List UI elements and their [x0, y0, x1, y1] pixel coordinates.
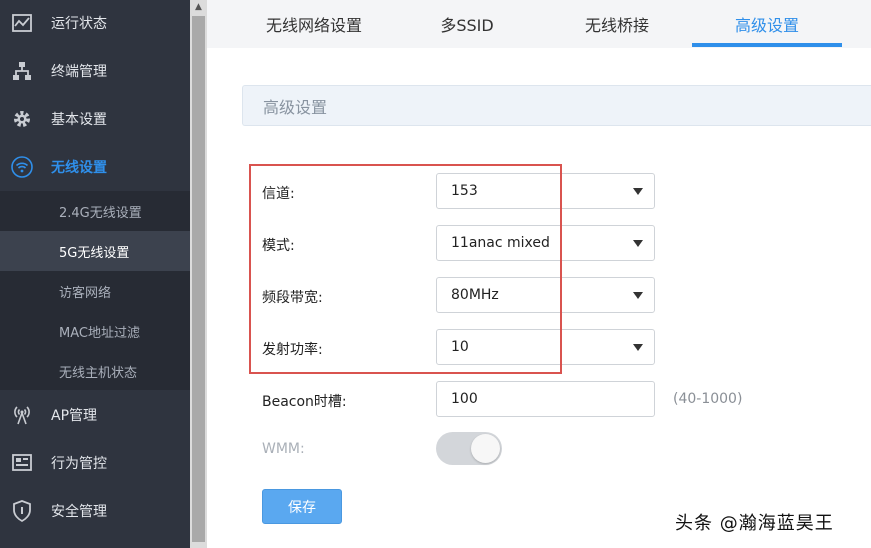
- wmm-label: WMM:: [262, 441, 305, 457]
- submenu-item-label: 2.4G无线设置: [59, 205, 142, 221]
- sidebar-item-terminals[interactable]: 终端管理: [0, 51, 190, 91]
- beacon-label: Beacon时槽:: [262, 394, 347, 410]
- submenu-item-label: 访客网络: [59, 285, 112, 301]
- wifi-icon: [11, 156, 33, 178]
- sidebar-item-behavior[interactable]: 行为管控: [0, 443, 190, 483]
- tab-multi-ssid[interactable]: 多SSID: [392, 0, 542, 48]
- sidebar-item-label: 终端管理: [51, 64, 107, 80]
- scroll-up-arrow-icon[interactable]: ▲: [190, 0, 207, 14]
- highlight-annotation-box: [249, 164, 562, 374]
- dropdown-arrow-icon: [633, 292, 643, 299]
- gear-icon: [11, 108, 33, 130]
- tab-wireless-bridge[interactable]: 无线桥接: [542, 0, 692, 48]
- dropdown-arrow-icon: [633, 240, 643, 247]
- chart-icon: [11, 12, 33, 34]
- save-button[interactable]: 保存: [262, 489, 342, 524]
- network-icon: [11, 60, 33, 82]
- submenu-item-2g[interactable]: 2.4G无线设置: [0, 191, 190, 231]
- sidebar-item-label: 行为管控: [51, 456, 107, 472]
- tab-bar: 无线网络设置 多SSID 无线桥接 高级设置: [207, 0, 871, 48]
- dropdown-arrow-icon: [633, 188, 643, 195]
- sidebar-item-label: 基本设置: [51, 112, 107, 128]
- sidebar-item-wireless[interactable]: 无线设置: [0, 147, 190, 187]
- submenu-item-hosts[interactable]: 无线主机状态: [0, 351, 190, 391]
- scroll-thumb[interactable]: [192, 16, 205, 542]
- sidebar-item-label: AP管理: [51, 408, 98, 424]
- submenu-item-5g[interactable]: 5G无线设置: [0, 231, 190, 271]
- antenna-icon: [11, 404, 33, 426]
- submenu-item-mac-filter[interactable]: MAC地址过滤: [0, 311, 190, 351]
- sidebar-item-basic[interactable]: 基本设置: [0, 99, 190, 139]
- section-title: 高级设置: [242, 85, 871, 126]
- wmm-toggle[interactable]: [436, 432, 502, 465]
- watermark: 头条 @瀚海蓝昊王: [675, 513, 834, 534]
- sidebar-item-label: 无线设置: [51, 160, 107, 176]
- tab-advanced[interactable]: 高级设置: [692, 0, 842, 48]
- monitor-icon: [11, 452, 33, 474]
- sidebar-item-label: 安全管理: [51, 504, 107, 520]
- submenu-item-label: 无线主机状态: [59, 365, 138, 381]
- dropdown-arrow-icon: [633, 344, 643, 351]
- beacon-value: 100: [451, 391, 478, 407]
- beacon-input[interactable]: 100: [436, 381, 655, 417]
- submenu-item-label: MAC地址过滤: [59, 325, 140, 341]
- toggle-knob: [471, 434, 500, 463]
- sidebar-item-security[interactable]: 安全管理: [0, 491, 190, 531]
- sidebar-item-label: 运行状态: [51, 16, 107, 32]
- submenu-item-label: 5G无线设置: [59, 245, 130, 261]
- sidebar-item-ap[interactable]: AP管理: [0, 395, 190, 435]
- tab-wireless-network[interactable]: 无线网络设置: [239, 0, 389, 48]
- wireless-submenu: 2.4G无线设置 5G无线设置 访客网络 MAC地址过滤 无线主机状态: [0, 191, 190, 390]
- beacon-range-hint: (40-1000): [673, 391, 743, 407]
- sidebar: 运行状态 终端管理 基本设置 无线设置 2.4G无线设置 5G无线设置 访客网络…: [0, 0, 190, 548]
- active-tab-indicator: [692, 43, 842, 47]
- shield-icon: [11, 500, 33, 522]
- sidebar-item-status[interactable]: 运行状态: [0, 3, 190, 43]
- submenu-item-guest[interactable]: 访客网络: [0, 271, 190, 311]
- sidebar-scrollbar[interactable]: ▲: [190, 0, 207, 548]
